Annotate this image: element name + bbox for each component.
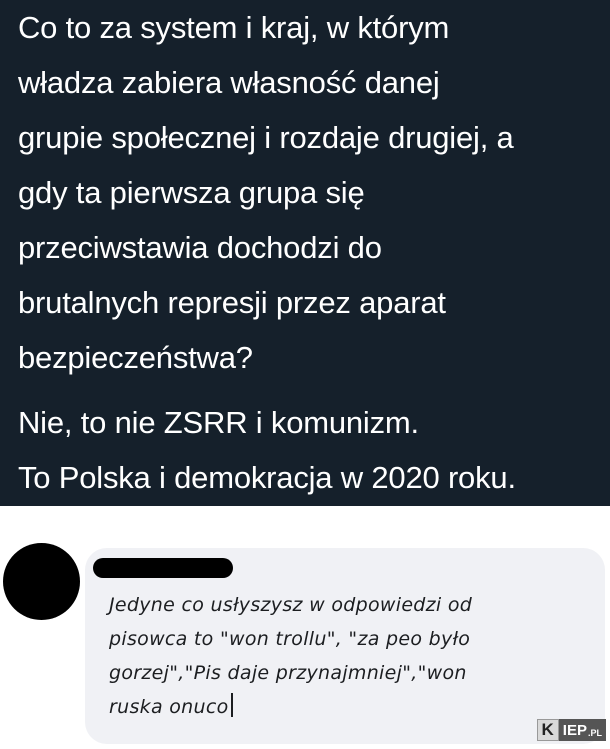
logo-rest: IEP .PL	[558, 719, 606, 741]
comment-line: Jedyne co usłyszysz w odpowiedzi od	[109, 594, 473, 616]
logo-k: K	[536, 719, 559, 741]
comment-section: Jedyne co usłyszysz w odpowiedzi od piso…	[0, 506, 610, 749]
redacted-author-name	[93, 558, 233, 578]
tweet-line: grupie społecznej i rozdaje drugiej, a	[18, 120, 514, 155]
text-cursor	[230, 693, 233, 717]
kiep-watermark-logo: K IEP .PL	[536, 719, 606, 741]
comment-bubble: Jedyne co usłyszysz w odpowiedzi od piso…	[85, 548, 605, 744]
tweet-line: Nie, to nie ZSRR i komunizm.	[18, 405, 419, 440]
tweet-line: bezpieczeństwa?	[18, 340, 253, 375]
comment-line-last: ruska onuco	[109, 690, 599, 724]
tweet-line: przeciwstawia dochodzi do	[18, 230, 382, 265]
tweet-line: brutalnych represji przez aparat	[18, 285, 446, 320]
comment-text[interactable]: Jedyne co usłyszysz w odpowiedzi od piso…	[109, 588, 599, 724]
comment-line: ruska onuco	[109, 696, 229, 718]
tweet-line: To Polska i demokracja w 2020 roku.	[18, 460, 516, 495]
tweet-text: Co to za system i kraj, w którym władza …	[18, 0, 603, 505]
comment-line: gorzej","Pis daje przynajmniej","won	[109, 662, 467, 684]
logo-text: IEP	[562, 721, 587, 739]
comment-line: pisowca to "won trollu", "za peo było	[109, 628, 471, 650]
avatar[interactable]	[3, 543, 80, 620]
tweet-line: władza zabiera własność danej	[18, 65, 440, 100]
logo-suffix: .PL	[587, 728, 602, 738]
tweet-line: gdy ta pierwsza grupa się	[18, 175, 365, 210]
tweet-screenshot: Co to za system i kraj, w którym władza …	[0, 0, 610, 506]
tweet-line: Co to za system i kraj, w którym	[18, 10, 450, 45]
